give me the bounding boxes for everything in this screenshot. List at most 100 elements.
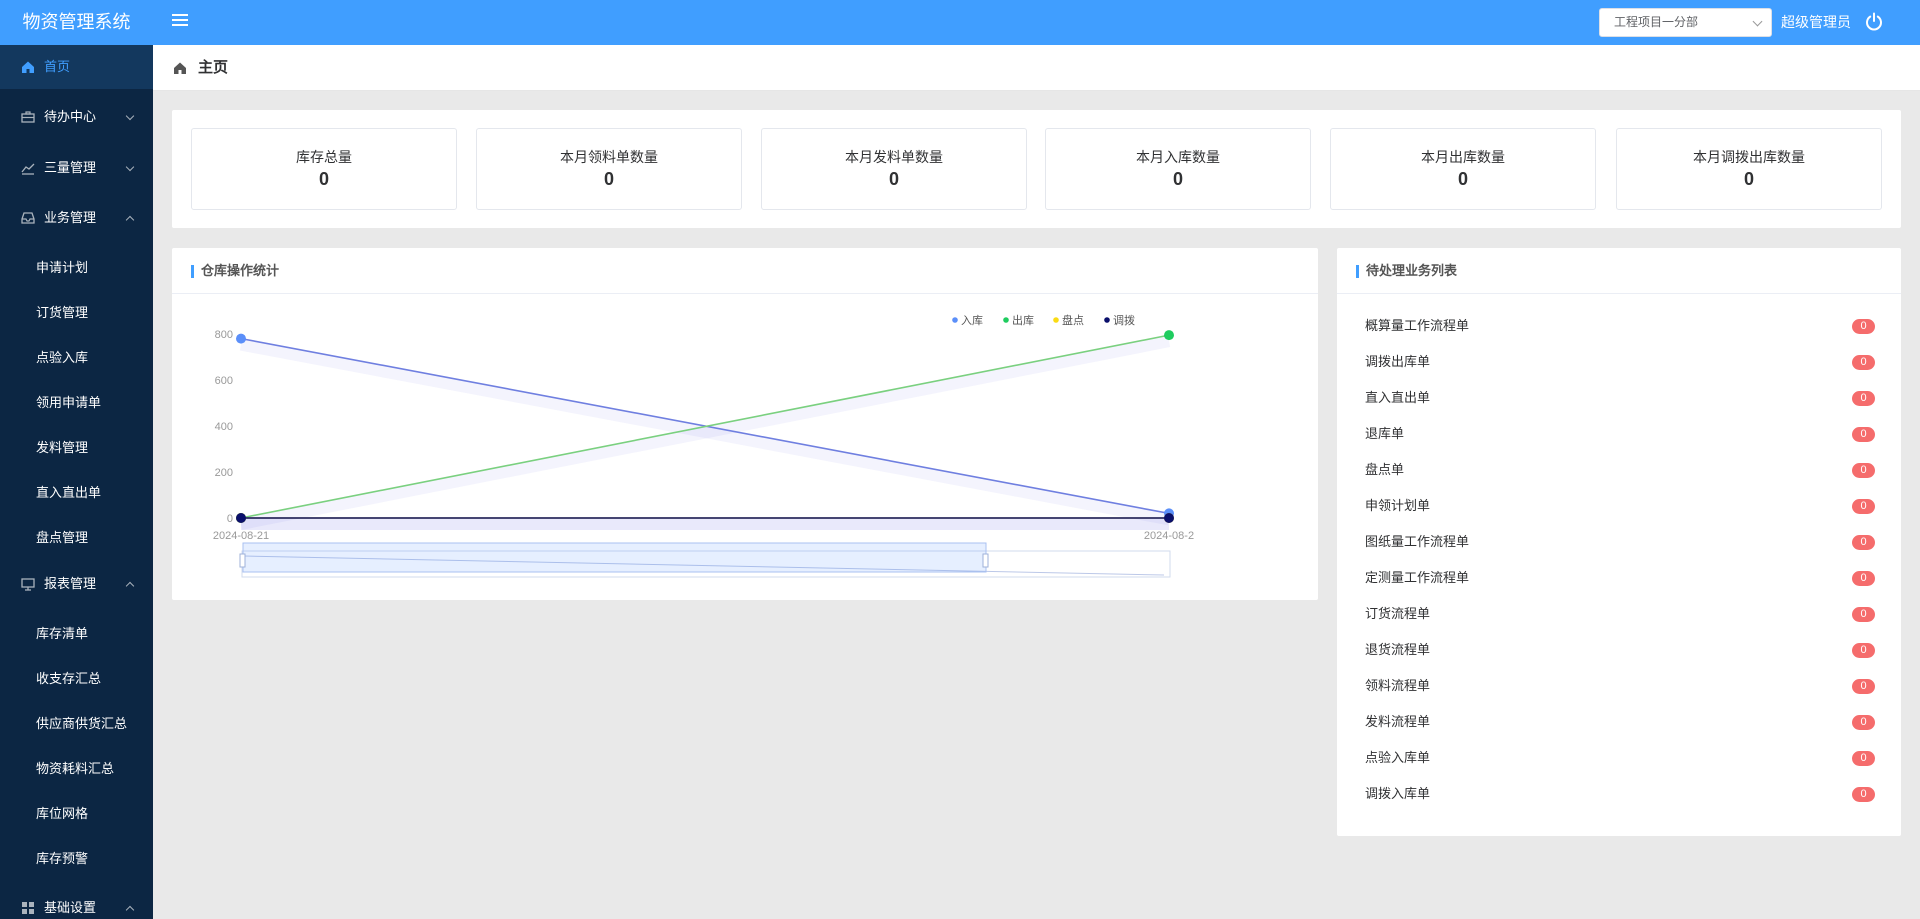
sidebar-subitem-issue[interactable]: 发料管理 [0,426,153,470]
x-tick-label: 2024-08-2 [1144,530,1194,542]
todo-item[interactable]: 点验入库单 0 [1365,740,1875,776]
sidebar-item-settings[interactable]: 基础设置 [0,886,153,919]
sidebar-subitem-location-grid[interactable]: 库位网格 [0,792,153,836]
sidebar-subitem-requisition[interactable]: 领用申请单 [0,381,153,425]
chevron-down-icon [125,162,135,172]
briefcase-icon [21,111,35,123]
todo-item-label: 申领计划单 [1365,498,1431,513]
y-tick-label: 400 [215,421,233,433]
todo-item[interactable]: 直入直出单 0 [1365,380,1875,416]
sidebar-subitem-stock-alert[interactable]: 库存预警 [0,837,153,881]
legend-label[interactable]: 调拨 [1113,313,1135,327]
count-badge: 0 [1852,643,1875,658]
todo-panel: 待处理业务列表 概算量工作流程单 0 调拨出库单 0 直入直出单 0 退库单 0 盘点单 0 申领计… [1337,248,1901,836]
stat-value: 0 [603,169,614,189]
count-badge: 0 [1852,715,1875,730]
user-name[interactable]: 超级管理员 [1781,0,1851,45]
data-point[interactable] [236,333,246,344]
todo-item[interactable]: 申领计划单 0 [1365,488,1875,524]
sidebar-subitem-apply-plan[interactable]: 申请计划 [0,246,153,290]
datazoom-handle-left[interactable] [239,553,246,568]
todo-item-label: 概算量工作流程单 [1365,318,1470,333]
todo-item[interactable]: 发料流程单 0 [1365,704,1875,740]
sidebar-subitem-stock-list[interactable]: 库存清单 [0,612,153,656]
todo-item[interactable]: 退货流程单 0 [1365,632,1875,668]
todo-item-label: 调拨出库单 [1365,354,1431,369]
y-tick-label: 600 [215,375,233,387]
data-point[interactable] [1164,330,1174,341]
legend-marker[interactable] [1104,317,1110,323]
stat-value: 0 [1172,169,1183,189]
sidebar-subitem-inspect-in[interactable]: 点验入库 [0,336,153,380]
monitor-icon [21,578,35,591]
grid-icon [22,902,34,914]
sidebar-item-label: 待办中心 [44,109,97,124]
count-badge: 0 [1852,571,1875,586]
count-badge: 0 [1852,751,1875,766]
todo-item[interactable]: 退库单 0 [1365,416,1875,452]
todo-item-label: 订货流程单 [1365,606,1431,621]
sidebar-item-label: 首页 [44,59,71,74]
todo-item-label: 发料流程单 [1365,714,1431,729]
stat-monthly-out: 本月出库数量 0 [1330,128,1596,210]
stat-label: 本月领料单数量 [560,149,658,165]
panel-title: 待处理业务列表 [1366,263,1458,278]
stat-label: 本月调拨出库数量 [1693,149,1805,165]
sidebar-item-reports[interactable]: 报表管理 [0,562,153,606]
legend-label[interactable]: 入库 [961,314,983,327]
project-select[interactable]: 工程项目一分部 [1599,8,1772,37]
todo-item[interactable]: 调拨入库单 0 [1365,776,1875,812]
home-icon [174,62,186,74]
todo-item-label: 调拨入库单 [1365,786,1431,801]
legend-marker[interactable] [1053,317,1059,323]
datazoom-selection[interactable] [242,542,987,573]
panel-header: 仓库操作统计 [172,248,1318,294]
todo-item-label: 退库单 [1365,426,1405,441]
chevron-up-icon [125,905,135,915]
warehouse-stats-panel: 仓库操作统计 0 200 400 600 800 2024-08-21 2024-08-2 入… [172,248,1318,600]
sidebar-subitem-supplier-summary[interactable]: 供应商供货汇总 [0,702,153,746]
sidebar-item-label: 三量管理 [44,160,97,175]
power-icon[interactable] [1864,12,1884,32]
stat-label: 本月出库数量 [1421,149,1505,165]
stat-monthly-transfer-out: 本月调拨出库数量 0 [1616,128,1882,210]
count-badge: 0 [1852,355,1875,370]
data-point[interactable] [236,513,246,523]
sidebar-subitem-direct[interactable]: 直入直出单 [0,471,153,515]
sidebar-subitem-io-summary[interactable]: 收支存汇总 [0,657,153,701]
sidebar-subitem-order[interactable]: 订货管理 [0,291,153,335]
todo-item[interactable]: 概算量工作流程单 0 [1365,308,1875,344]
legend-label[interactable]: 盘点 [1062,313,1084,327]
todo-item[interactable]: 订货流程单 0 [1365,596,1875,632]
todo-item-label: 点验入库单 [1365,750,1431,765]
data-point[interactable] [1164,513,1174,523]
sidebar-item-business[interactable]: 业务管理 [0,196,153,240]
todo-item[interactable]: 定测量工作流程单 0 [1365,560,1875,596]
todo-item[interactable]: 图纸量工作流程单 0 [1365,524,1875,560]
sidebar-subitem-consumption-summary[interactable]: 物资耗料汇总 [0,747,153,791]
count-badge: 0 [1852,499,1875,514]
menu-toggle-icon[interactable] [172,14,188,30]
sidebar-item-three-quantity[interactable]: 三量管理 [0,146,153,190]
sidebar-subitem-stocktake[interactable]: 盘点管理 [0,516,153,560]
todo-item[interactable]: 领料流程单 0 [1365,668,1875,704]
y-tick-label: 200 [215,467,233,479]
count-badge: 0 [1852,787,1875,802]
sidebar-item-home[interactable]: 首页 [0,45,153,89]
count-badge: 0 [1852,391,1875,406]
todo-item[interactable]: 盘点单 0 [1365,452,1875,488]
stat-monthly-issue: 本月发料单数量 0 [761,128,1027,210]
datazoom-handle-right[interactable] [982,553,989,568]
legend-label[interactable]: 出库 [1012,313,1034,327]
legend-marker[interactable] [1003,317,1009,323]
todo-item[interactable]: 调拨出库单 0 [1365,344,1875,380]
sidebar-item-todo-center[interactable]: 待办中心 [0,95,153,139]
legend-marker[interactable] [952,317,958,323]
stat-value: 0 [888,169,899,189]
stats-card: 库存总量 0 本月领料单数量 0 本月发料单数量 0 本月入库数量 0 本月出库… [172,110,1901,228]
stat-monthly-requisition: 本月领料单数量 0 [476,128,742,210]
stat-value: 0 [1457,169,1468,189]
y-tick-label: 0 [227,513,233,525]
todo-item-label: 图纸量工作流程单 [1365,534,1470,549]
stat-value: 0 [318,169,329,189]
